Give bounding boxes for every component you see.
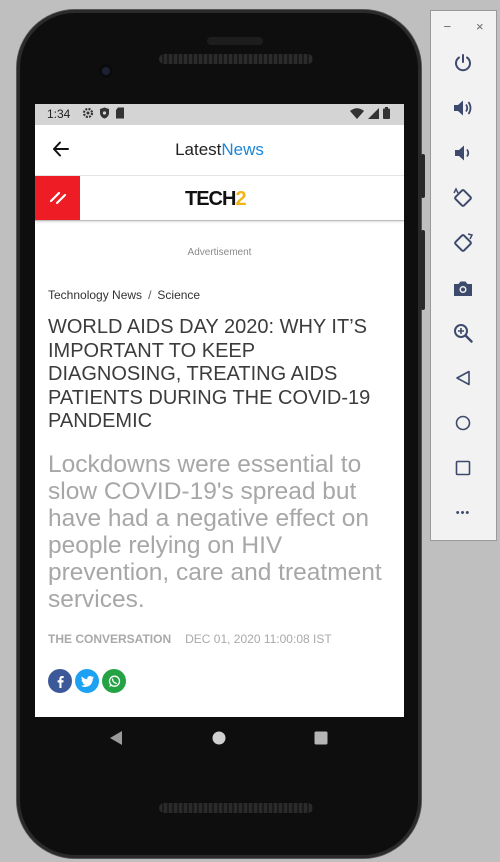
rotate-right-button[interactable]: [451, 231, 475, 255]
nav-back-icon[interactable]: [109, 730, 123, 746]
facebook-share-button[interactable]: [48, 669, 72, 693]
zoom-button[interactable]: [451, 321, 475, 345]
panel-minimize-button[interactable]: −: [443, 19, 451, 34]
volume-down-button[interactable]: [451, 141, 475, 165]
logo-two: 2: [235, 188, 246, 210]
square-overview-icon: [455, 460, 471, 476]
more-button[interactable]: •••: [451, 501, 475, 525]
breadcrumb-separator: /: [148, 288, 152, 302]
volume-up-button[interactable]: [451, 96, 475, 120]
rotate-left-button[interactable]: [451, 186, 475, 210]
whatsapp-share-button[interactable]: [102, 669, 126, 693]
bottom-speaker: [159, 803, 313, 813]
advertisement-label: Advertisement: [187, 247, 252, 258]
menu-button[interactable]: [35, 176, 80, 220]
power-side-button: [421, 154, 425, 198]
article-summary: Lockdowns were essential to slow COVID-1…: [48, 451, 382, 613]
status-time: 1:34: [47, 107, 71, 121]
earpiece: [207, 37, 263, 45]
volume-side-button: [421, 230, 425, 310]
triangle-back-icon: [456, 370, 470, 386]
breadcrumb-technology-news[interactable]: Technology News: [48, 288, 142, 302]
zoom-in-icon: [454, 324, 473, 343]
brand-bar: TECH2: [35, 176, 404, 221]
rotate-right-icon: [454, 233, 474, 252]
power-icon: [455, 54, 471, 72]
android-nav-bar: [35, 718, 404, 758]
battery-icon: [383, 107, 390, 119]
app-title-news: News: [221, 140, 264, 159]
logo-tech: TECH: [185, 188, 236, 210]
nav-home-icon[interactable]: [212, 731, 226, 745]
volume-down-icon: [455, 145, 470, 161]
shield-icon: [100, 107, 109, 119]
screenshot-button[interactable]: [451, 276, 475, 300]
camera-icon: [454, 281, 472, 296]
emulator-control-panel: − × •••: [430, 10, 497, 541]
article-meta: THE CONVERSATION DEC 01, 2020 11:00:08 IS…: [48, 632, 332, 646]
status-bar: 1:34: [35, 104, 404, 125]
rotate-left-icon: [453, 187, 472, 207]
top-speaker: [159, 54, 313, 64]
app-title: LatestNews: [35, 140, 404, 160]
front-camera: [99, 64, 113, 78]
breadcrumb-science[interactable]: Science: [157, 288, 200, 302]
whatsapp-icon: [108, 675, 120, 687]
wifi-icon: [350, 107, 364, 119]
tech2-logo[interactable]: TECH2: [185, 188, 247, 211]
slash-menu-icon: [49, 191, 66, 205]
circle-home-icon: [455, 415, 471, 431]
article-headline: WORLD AIDS DAY 2020: WHY IT’S IMPORTANT …: [48, 316, 371, 432]
share-buttons: [48, 669, 126, 693]
twitter-icon: [80, 675, 94, 687]
cell-signal-icon: [368, 107, 379, 119]
volume-up-icon: [454, 100, 472, 116]
home-button[interactable]: [451, 411, 475, 435]
article-source: THE CONVERSATION: [48, 632, 172, 646]
nav-recents-icon[interactable]: [314, 731, 328, 745]
overview-button[interactable]: [451, 456, 475, 480]
power-button[interactable]: [451, 51, 475, 75]
facebook-icon: [57, 675, 64, 688]
app-bar: LatestNews: [35, 125, 404, 176]
twitter-share-button[interactable]: [75, 669, 99, 693]
device-screen: 1:34 LatestNews TECH2 Advertisement Tech…: [35, 104, 404, 717]
article-date: DEC 01, 2020 11:00:08 IST: [185, 632, 332, 646]
back-button[interactable]: [451, 366, 475, 390]
app-title-latest: Latest: [175, 140, 222, 159]
settings-gear-icon: [82, 107, 94, 119]
breadcrumb: Technology News / Science: [48, 288, 200, 302]
panel-close-button[interactable]: ×: [476, 19, 484, 34]
sd-card-icon: [116, 107, 124, 119]
